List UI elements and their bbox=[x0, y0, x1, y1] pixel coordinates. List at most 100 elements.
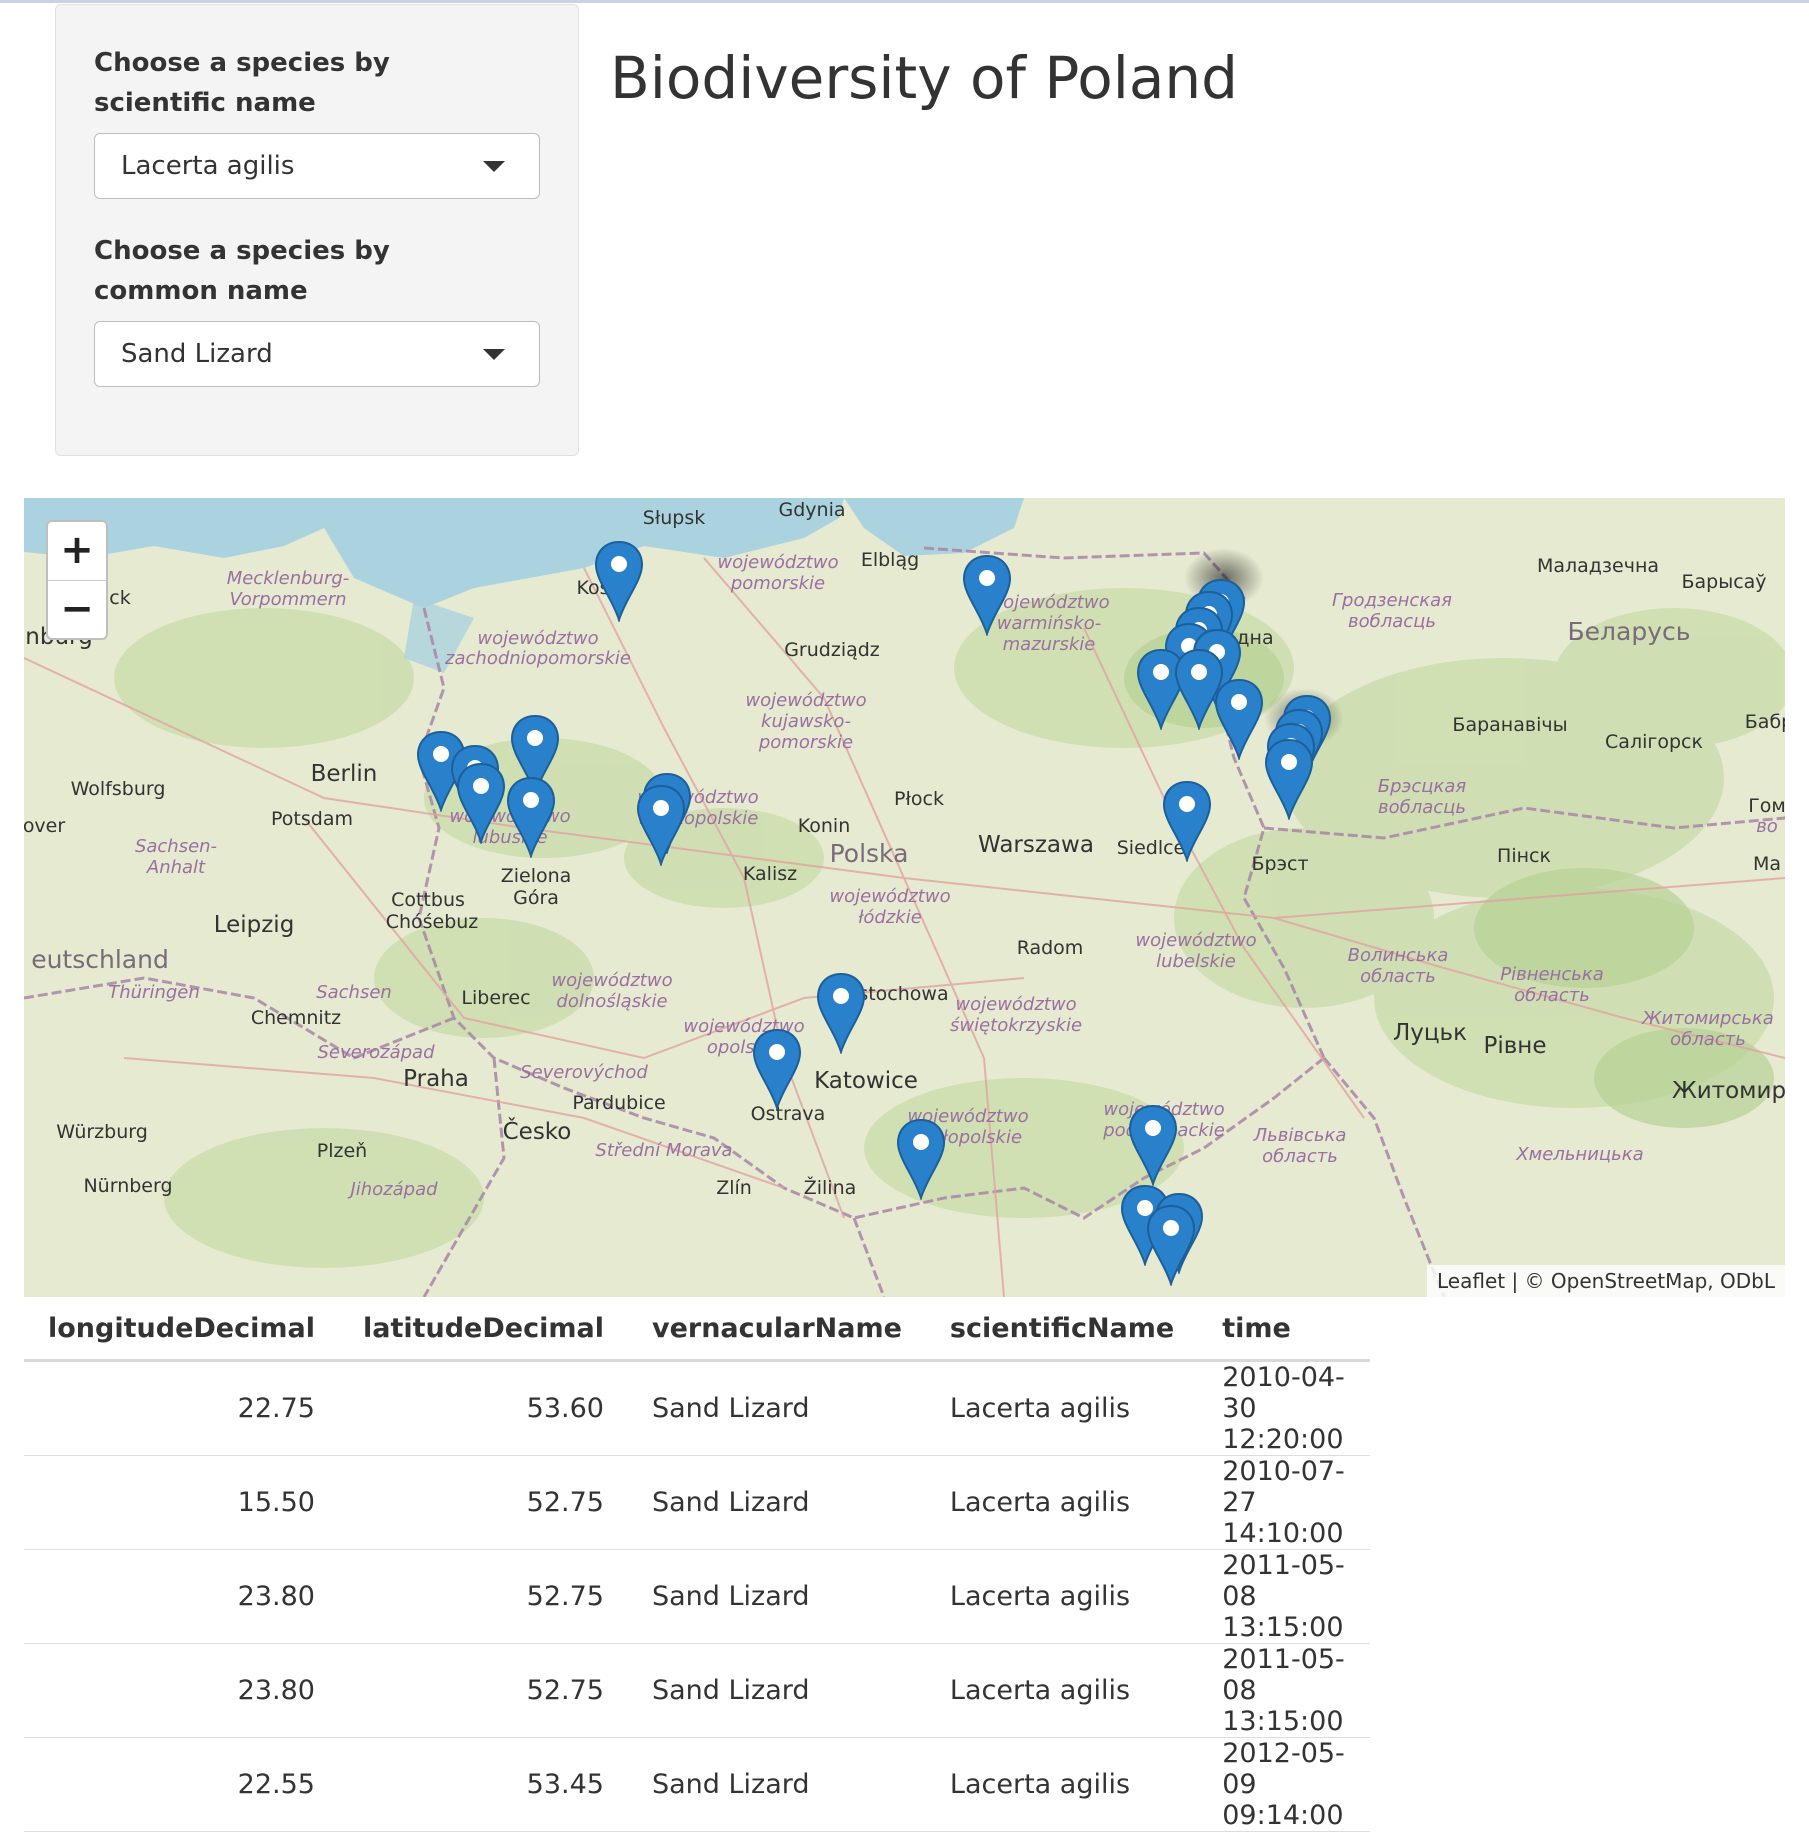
label-pardubice: Pardubice bbox=[572, 1092, 665, 1114]
common-name-value: Sand Lizard bbox=[121, 339, 273, 369]
label-warszawa: Warszawa bbox=[978, 832, 1094, 858]
table-row: 22.75 53.60 Sand Lizard Lacerta agilis 2… bbox=[24, 1360, 1370, 1456]
label-baranavichy: Баранавічы bbox=[1452, 714, 1567, 736]
cell-scientific: Lacerta agilis bbox=[925, 1643, 1199, 1738]
label-ostrava: Ostrava bbox=[751, 1103, 826, 1125]
label-severovychod: Severovýchod bbox=[520, 1062, 648, 1083]
label-kuj-1: województwo bbox=[745, 690, 866, 711]
label-barysau: Барысаў bbox=[1681, 571, 1766, 593]
label-pomorskie-1: województwo bbox=[717, 552, 838, 573]
label-zhyt-2: область bbox=[1670, 1029, 1746, 1050]
scientific-name-select[interactable]: Lacerta agilis bbox=[94, 133, 540, 199]
cell-vernacular: Sand Lizard bbox=[627, 1643, 926, 1738]
label-grudziadz: Grudziądz bbox=[784, 639, 880, 661]
column-header[interactable]: scientificName bbox=[925, 1297, 1199, 1362]
label-katowice: Katowice bbox=[814, 1068, 918, 1094]
label-dolno-1: województwo bbox=[551, 970, 672, 991]
label-zielona2: Góra bbox=[513, 887, 559, 909]
label-kuj-3: pomorskie bbox=[758, 732, 853, 753]
table-row: 23.80 52.75 Sand Lizard Lacerta agilis 2… bbox=[24, 1643, 1370, 1738]
label-lubeck: ck bbox=[109, 587, 130, 609]
page-title: Biodiversity of Poland bbox=[610, 44, 1238, 112]
label-warmin-2: warmińsko- bbox=[997, 613, 1101, 634]
label-salihorsk: Салігорск bbox=[1605, 731, 1703, 753]
label-sachsen: Sachsen bbox=[316, 982, 392, 1003]
label-gom: Гом bbox=[1748, 795, 1785, 817]
label-brest: Брэст bbox=[1251, 853, 1308, 875]
label-mecklenburg-1: Mecklenburg- bbox=[227, 568, 350, 589]
label-lviv-1: Львівська bbox=[1253, 1125, 1347, 1146]
label-sachsen-anhalt-2: Anhalt bbox=[146, 857, 206, 878]
label-hanover: over bbox=[24, 815, 65, 837]
label-elblag: Elbląg bbox=[861, 549, 919, 571]
label-lutsk: Луцьк bbox=[1393, 1020, 1467, 1046]
label-praha: Praha bbox=[403, 1066, 469, 1092]
table-header-row: longitudeDecimal latitudeDecimal vernacu… bbox=[24, 1297, 1370, 1362]
cell-longitude: 22.55 bbox=[24, 1737, 339, 1832]
label-cottbus2: Chóśebuz bbox=[386, 911, 479, 933]
column-header[interactable]: vernacularName bbox=[627, 1297, 926, 1362]
label-zilina: Žilina bbox=[804, 1176, 857, 1199]
label-swiet-2: świętokrzyskie bbox=[950, 1015, 1082, 1036]
cell-latitude: 52.75 bbox=[338, 1643, 628, 1738]
label-hrodz-1: Гродзенская bbox=[1332, 590, 1452, 611]
label-khmel: Хмельницька bbox=[1515, 1144, 1643, 1165]
label-ma: Ма bbox=[1753, 853, 1781, 875]
label-zielona1: Zielona bbox=[501, 865, 572, 887]
column-header[interactable]: longitudeDecimal bbox=[24, 1297, 339, 1362]
label-sachsen-anhalt-1: Sachsen- bbox=[135, 836, 217, 857]
label-mecklenburg-2: Vorpommern bbox=[229, 589, 346, 610]
common-name-label: Choose a species by common name bbox=[94, 236, 390, 306]
cell-vernacular: Sand Lizard bbox=[627, 1737, 926, 1832]
map-attribution[interactable]: Leaflet | © OpenStreetMap, ODbL bbox=[1427, 1265, 1785, 1297]
label-zhyt-1: Житомирська bbox=[1641, 1008, 1774, 1029]
cell-latitude: 52.75 bbox=[338, 1455, 628, 1550]
label-hrodna: дна bbox=[1236, 627, 1273, 649]
label-lviv-2: область bbox=[1262, 1146, 1338, 1167]
cell-longitude: 23.80 bbox=[24, 1549, 339, 1644]
label-rivne-1: Рівненська bbox=[1500, 964, 1603, 985]
cell-vernacular: Sand Lizard bbox=[627, 1360, 926, 1456]
top-border bbox=[0, 0, 1809, 3]
leaflet-map[interactable]: Słupsk Gdynia Elbląg Kosz Grudziądz Мала… bbox=[24, 498, 1785, 1297]
label-rivne-2: область bbox=[1514, 985, 1590, 1006]
zoom-out-button[interactable]: − bbox=[48, 581, 106, 639]
label-cesko: Česko bbox=[503, 1117, 572, 1145]
cell-scientific: Lacerta agilis bbox=[925, 1360, 1199, 1456]
cell-time: 2011-05-08 13:15:00 bbox=[1198, 1549, 1370, 1644]
label-vo: во bbox=[1756, 816, 1778, 837]
label-lubel-1: województwo bbox=[1135, 930, 1256, 951]
label-volyn-1: Волинська bbox=[1348, 945, 1449, 966]
common-name-select[interactable]: Sand Lizard bbox=[94, 321, 540, 387]
cell-time: 2010-07-27 14:10:00 bbox=[1198, 1455, 1370, 1550]
label-maladzecna: Маладзечна bbox=[1537, 555, 1659, 577]
label-plzen: Plzeň bbox=[317, 1140, 367, 1162]
label-wurzburg: Würzburg bbox=[56, 1121, 148, 1143]
observations-table: longitudeDecimal latitudeDecimal vernacu… bbox=[24, 1297, 1370, 1832]
cell-longitude: 15.50 bbox=[24, 1455, 339, 1550]
column-header[interactable]: time bbox=[1198, 1297, 1370, 1362]
zoom-in-button[interactable]: + bbox=[48, 522, 106, 581]
cell-scientific: Lacerta agilis bbox=[925, 1737, 1199, 1832]
label-brest-2: вобласць bbox=[1378, 797, 1466, 818]
cell-time: 2010-04-30 12:20:00 bbox=[1198, 1360, 1370, 1456]
cell-latitude: 53.45 bbox=[338, 1737, 628, 1832]
label-dolno-2: dolnośląskie bbox=[556, 991, 667, 1012]
label-zhytomyr: Житомир bbox=[1672, 1078, 1785, 1104]
label-severozapad: Severozápad bbox=[318, 1042, 436, 1063]
label-gdynia: Gdynia bbox=[779, 499, 846, 521]
label-stredni-morava: Střední Morava bbox=[595, 1140, 732, 1161]
label-zlin: Zlín bbox=[716, 1177, 752, 1199]
cell-scientific: Lacerta agilis bbox=[925, 1455, 1199, 1550]
label-zachod-1: województwo bbox=[477, 628, 598, 649]
cell-longitude: 23.80 bbox=[24, 1643, 339, 1738]
label-potsdam: Potsdam bbox=[271, 808, 353, 830]
cell-scientific: Lacerta agilis bbox=[925, 1549, 1199, 1644]
label-deutschland: eutschland bbox=[31, 945, 169, 974]
column-header[interactable]: latitudeDecimal bbox=[338, 1297, 628, 1362]
label-rivne: Рівне bbox=[1483, 1033, 1546, 1059]
label-chemnitz: Chemnitz bbox=[251, 1007, 341, 1029]
label-pomorskie-2: pomorskie bbox=[730, 573, 825, 594]
label-kuj-2: kujawsko- bbox=[761, 711, 851, 732]
label-kalisz: Kalisz bbox=[743, 863, 797, 885]
